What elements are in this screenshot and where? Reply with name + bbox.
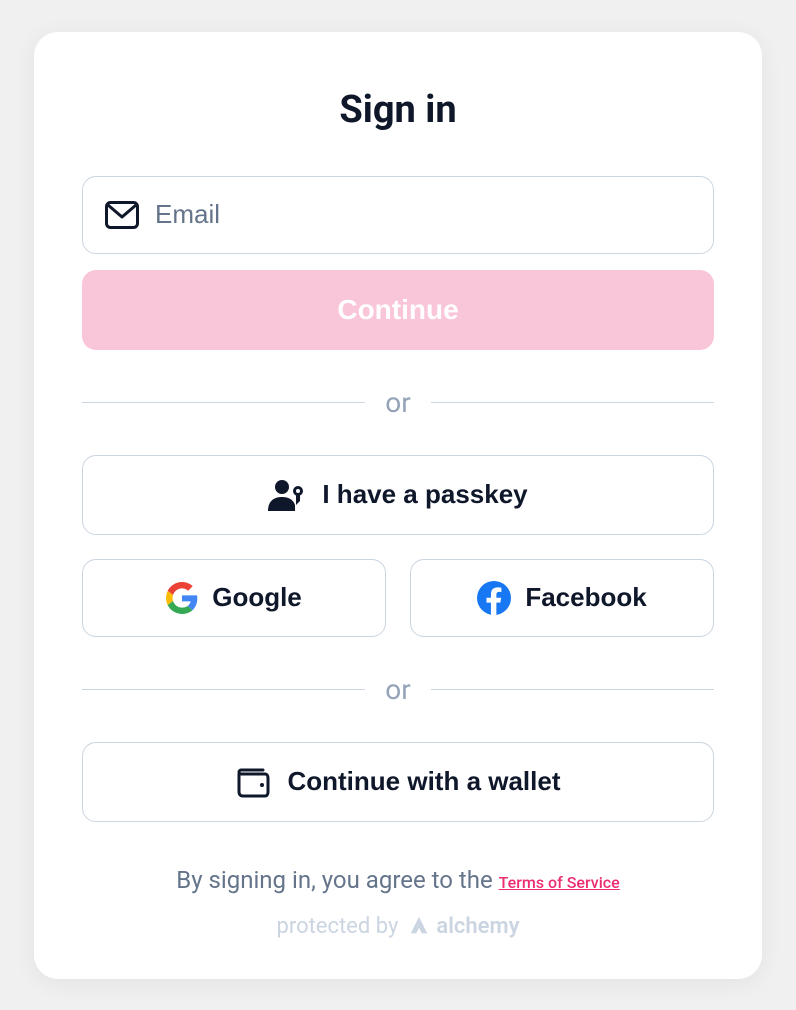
mail-icon <box>105 201 139 229</box>
brand-label: alchemy <box>436 914 519 939</box>
email-input-wrapper[interactable] <box>82 176 714 254</box>
facebook-button[interactable]: Facebook <box>410 559 714 637</box>
divider-or-1: or <box>82 386 714 419</box>
wallet-icon <box>235 766 271 798</box>
divider-line <box>82 402 365 403</box>
divider-line <box>431 689 714 690</box>
signin-card: Sign in Continue or I have a passkey <box>34 32 762 979</box>
facebook-label: Facebook <box>525 582 646 613</box>
continue-button[interactable]: Continue <box>82 270 714 350</box>
footer: By signing in, you agree to the Terms of… <box>82 866 714 939</box>
divider-line <box>82 689 365 690</box>
passkey-icon <box>268 479 306 511</box>
passkey-label: I have a passkey <box>322 479 527 510</box>
social-row: Google Facebook <box>82 559 714 637</box>
passkey-button[interactable]: I have a passkey <box>82 455 714 535</box>
facebook-icon <box>477 581 511 615</box>
divider-text: or <box>385 386 410 419</box>
protected-brand: alchemy <box>408 914 519 939</box>
legal-row: By signing in, you agree to the Terms of… <box>82 866 714 894</box>
protected-prefix: protected by <box>276 914 398 939</box>
protected-row: protected by alchemy <box>82 914 714 939</box>
terms-link[interactable]: Terms of Service <box>499 873 620 892</box>
google-button[interactable]: Google <box>82 559 386 637</box>
wallet-button[interactable]: Continue with a wallet <box>82 742 714 822</box>
wallet-label: Continue with a wallet <box>287 766 560 797</box>
divider-line <box>431 402 714 403</box>
legal-prefix: By signing in, you agree to the <box>176 866 498 894</box>
divider-text: or <box>385 673 410 706</box>
google-icon <box>166 582 198 614</box>
page-title: Sign in <box>82 88 714 132</box>
divider-or-2: or <box>82 673 714 706</box>
email-field[interactable] <box>155 199 691 230</box>
google-label: Google <box>212 582 302 613</box>
alchemy-icon <box>408 915 430 937</box>
